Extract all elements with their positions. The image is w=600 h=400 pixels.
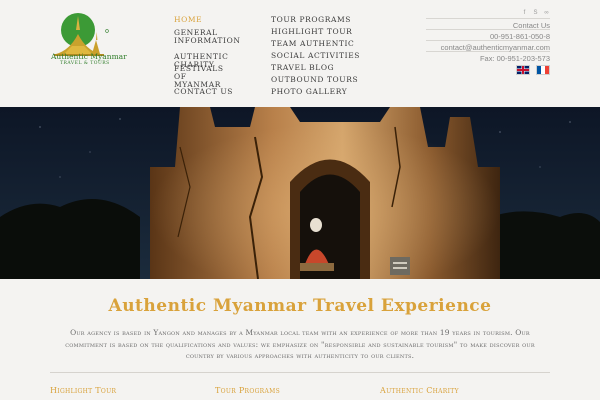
nav-item-contact-us[interactable]: Contact Us bbox=[174, 88, 233, 96]
intro-title: Authentic Myanmar Travel Experience bbox=[108, 296, 492, 316]
language-switcher bbox=[426, 65, 550, 75]
fax-number: Fax: 00-951-203-573 bbox=[426, 51, 550, 63]
brand-tagline: TRAVEL & TOURS bbox=[60, 61, 110, 66]
nav-item-photo-gallery[interactable]: Photo Gallery bbox=[271, 88, 347, 96]
nav-item-home[interactable]: Home bbox=[174, 16, 202, 24]
nav-item-general-information[interactable]: General Information bbox=[174, 29, 240, 45]
nav-item-team-authentic[interactable]: Team authentic bbox=[271, 40, 354, 48]
french-flag-icon[interactable] bbox=[536, 65, 550, 75]
english-flag-icon[interactable] bbox=[516, 65, 530, 75]
phone-number: 00-951-861-050-8 bbox=[426, 29, 550, 41]
nav-item-travel-blog[interactable]: Travel Blog bbox=[271, 64, 334, 72]
brand-name: Authentic Myanmar bbox=[51, 52, 127, 61]
authentic-charity-link[interactable]: Authentic Charity bbox=[380, 386, 459, 395]
nav-item-social-activities[interactable]: Social activities bbox=[271, 52, 360, 60]
contact-block: f S ∞ Contact Us 00-951-861-050-8 contac… bbox=[426, 8, 550, 75]
nav-item-festivals[interactable]: Festivals of Myanmar bbox=[174, 65, 234, 89]
temple-night-photo bbox=[0, 107, 600, 279]
skype-icon[interactable]: S bbox=[532, 10, 539, 17]
site-header: Authentic Myanmar TRAVEL & TOURS Home Ge… bbox=[0, 0, 600, 107]
nav-item-highlight-tour[interactable]: Highlight Tour bbox=[271, 28, 352, 36]
hero-image bbox=[0, 107, 600, 279]
facebook-icon[interactable]: f bbox=[521, 10, 528, 17]
nav-item-tour-programs[interactable]: Tour programs bbox=[271, 16, 351, 24]
contact-us-link[interactable]: Contact Us bbox=[426, 18, 550, 30]
social-icons: f S ∞ bbox=[426, 8, 550, 18]
email-link[interactable]: contact@authenticmyanmar.com bbox=[426, 40, 550, 52]
tour-programs-link[interactable]: Tour Programs bbox=[215, 386, 280, 395]
section-divider bbox=[50, 372, 550, 373]
nav-item-outbound-tours[interactable]: Outbound Tours bbox=[271, 76, 358, 84]
highlight-tour-link[interactable]: Highlight Tour bbox=[50, 386, 116, 395]
tripadvisor-icon[interactable]: ∞ bbox=[543, 10, 550, 17]
intro-text: Our agency is based in Yangon and manage… bbox=[65, 328, 535, 360]
